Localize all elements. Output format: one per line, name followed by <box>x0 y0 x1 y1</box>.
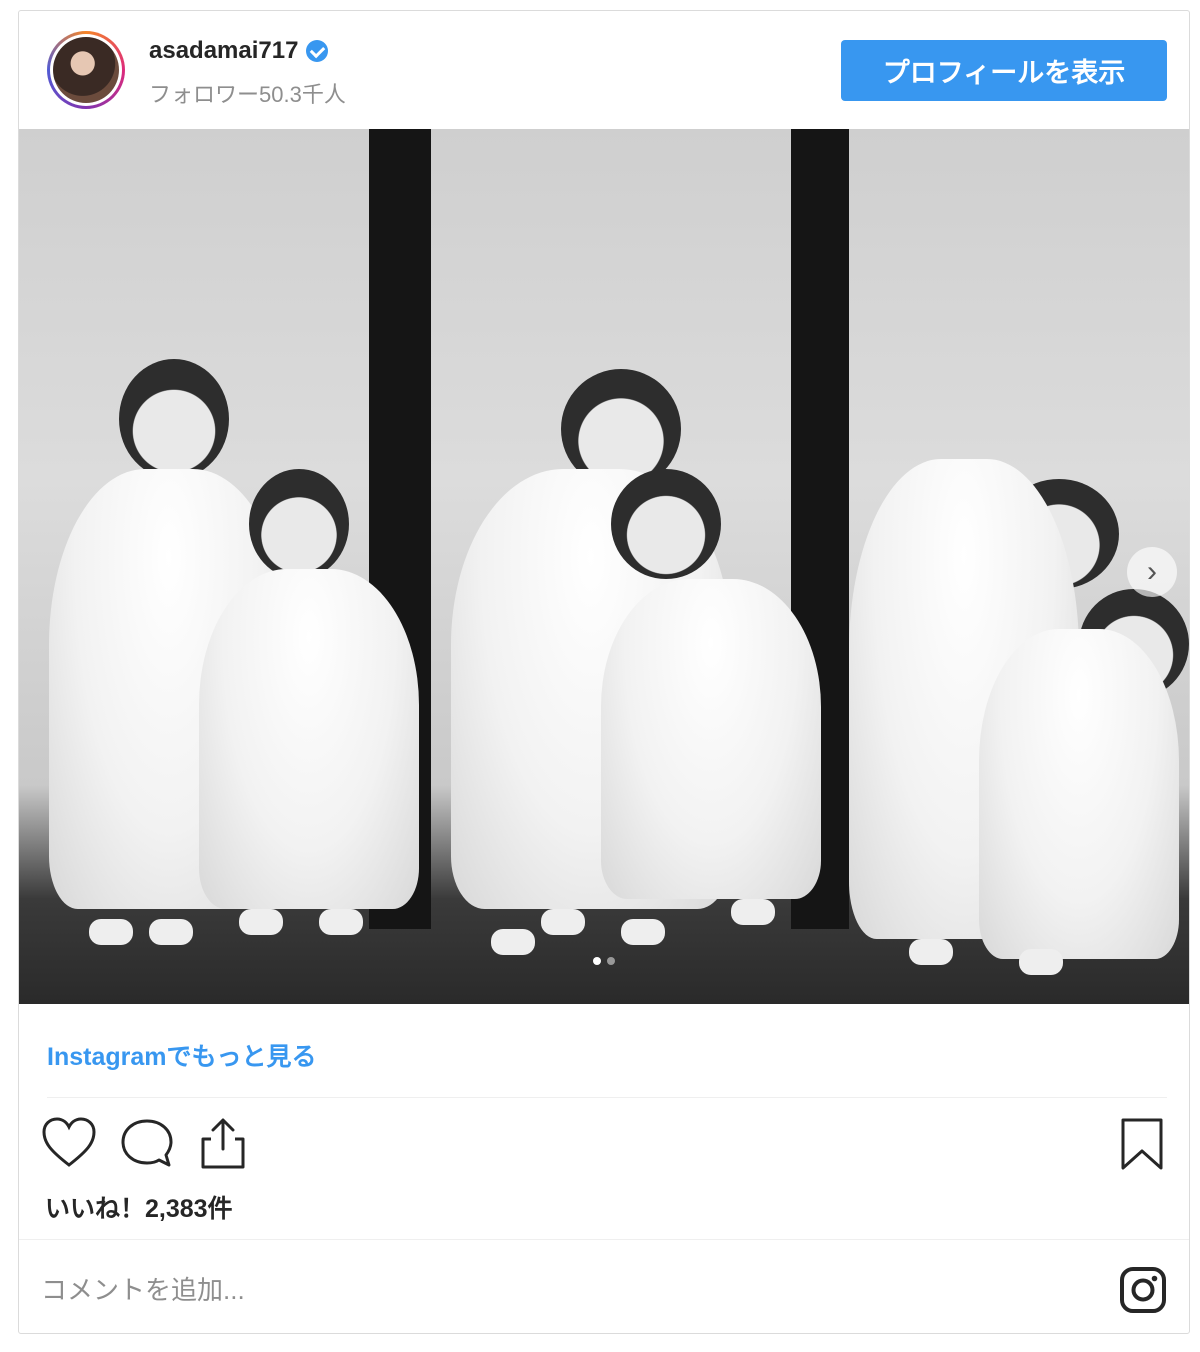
username[interactable]: asadamai717 <box>149 37 298 65</box>
verified-badge-icon <box>306 40 329 62</box>
carousel-dot-active <box>593 957 601 965</box>
photo-panel-2 <box>431 129 849 1004</box>
instagram-embed-card: asadamai717 フォロワー50.3千人 プロフィールを表示 › Inst… <box>18 10 1190 1334</box>
divider <box>47 1097 1167 1098</box>
follower-count: フォロワー50.3千人 <box>149 82 346 107</box>
like-count[interactable]: いいね！2,383件 <box>45 1189 233 1225</box>
view-more-on-instagram-link[interactable]: Instagramでもっと見る <box>47 1037 316 1073</box>
heart-icon[interactable] <box>41 1117 97 1169</box>
avatar[interactable] <box>47 31 125 109</box>
instagram-logo-icon[interactable] <box>1119 1266 1167 1314</box>
carousel-dots <box>593 957 615 965</box>
comment-icon[interactable] <box>119 1117 175 1169</box>
view-profile-button[interactable]: プロフィールを表示 <box>841 40 1167 101</box>
username-row[interactable]: asadamai717 <box>149 37 329 65</box>
comment-input[interactable]: コメントを追加... <box>41 1270 245 1307</box>
avatar-image <box>53 37 119 103</box>
action-bar <box>19 1111 1189 1181</box>
share-icon[interactable] <box>197 1115 249 1171</box>
post-photo[interactable]: › <box>19 129 1189 1004</box>
bookmark-icon[interactable] <box>1119 1117 1165 1171</box>
post-header: asadamai717 フォロワー50.3千人 プロフィールを表示 <box>19 11 1189 129</box>
photo-panel-1 <box>19 129 431 1004</box>
chevron-right-icon[interactable]: › <box>1127 547 1177 597</box>
comment-row: コメントを追加... <box>19 1239 1189 1333</box>
carousel-dot <box>607 957 615 965</box>
